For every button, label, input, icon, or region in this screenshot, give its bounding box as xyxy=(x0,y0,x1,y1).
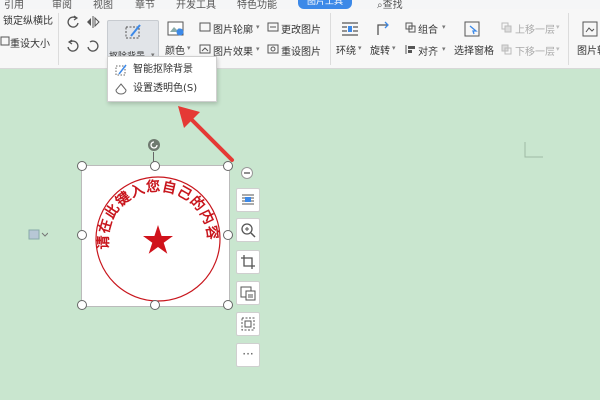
resize-handle-top-left[interactable] xyxy=(77,161,87,171)
color-button[interactable]: 颜色 xyxy=(165,42,185,57)
change-picture-button[interactable]: 更改图片 xyxy=(281,21,321,36)
text-wrap-icon xyxy=(242,194,254,205)
reset-size-button[interactable]: 重设大小 xyxy=(10,35,50,50)
tab-developer[interactable]: 开发工具 xyxy=(176,0,216,9)
selected-picture[interactable]: 请在此键入您自己的内容 xyxy=(81,165,230,307)
annotation-arrow xyxy=(178,106,234,162)
resize-handle-left[interactable] xyxy=(77,230,87,240)
group-icon xyxy=(405,22,416,33)
rotate-left-icon[interactable] xyxy=(66,15,80,29)
tab-review[interactable]: 审阅 xyxy=(52,0,72,9)
reset-size-icon xyxy=(0,36,10,46)
smart-cutout-icon xyxy=(115,64,127,76)
smart-remove-background-label: 智能抠除背景 xyxy=(133,64,193,75)
remove-background-dropdown: 智能抠除背景 设置透明色(S) xyxy=(107,56,217,102)
bring-forward-icon xyxy=(501,22,512,33)
collapse-toolbar-icon[interactable] xyxy=(241,167,253,179)
zoom-preview-button[interactable] xyxy=(236,218,260,242)
ribbon-separator xyxy=(568,13,569,65)
chevron-down-icon: ▾ xyxy=(358,44,362,52)
stamp-graphic: 请在此键入您自己的内容 xyxy=(95,176,221,302)
set-transparent-color-label: 设置透明色(S) xyxy=(133,83,198,94)
resize-handle-right[interactable] xyxy=(223,230,233,240)
chevron-down-icon: ▾ xyxy=(256,23,260,31)
stamp-star-icon xyxy=(143,225,173,254)
send-backward-icon xyxy=(501,44,512,55)
ribbon-toolbar: 锁定纵横比 重设大小 抠除背景 ▾ 颜色 ▾ 图片轮廓 ▾ 图片效果 ▾ xyxy=(0,9,600,69)
transparent-color-icon xyxy=(115,83,127,95)
wrap-text-icon[interactable] xyxy=(340,19,360,39)
group-button[interactable]: 组合 xyxy=(418,21,438,36)
smart-remove-background-item[interactable]: 智能抠除背景 xyxy=(108,60,216,79)
rotate-icon[interactable] xyxy=(373,19,393,39)
crop-icon xyxy=(241,255,255,269)
rotate-button[interactable]: 旋转 xyxy=(370,42,390,57)
tab-view[interactable]: 视图 xyxy=(93,0,113,9)
resize-handle-bottom[interactable] xyxy=(150,300,160,310)
color-icon[interactable] xyxy=(166,20,186,38)
lock-ratio-label: 锁定纵横比 xyxy=(3,16,53,27)
picture-effect-icon xyxy=(199,44,211,54)
ribbon-separator xyxy=(330,13,331,65)
chevron-down-icon: ▾ xyxy=(256,45,260,53)
chevron-down-icon: ▾ xyxy=(556,23,560,31)
picture-convert-icon xyxy=(240,286,256,301)
crop-button[interactable] xyxy=(236,250,260,274)
reset-picture-button[interactable]: 重设图片 xyxy=(281,43,321,58)
picture-convert-button[interactable]: 图片转 xyxy=(577,42,600,57)
align-button[interactable]: 对齐 xyxy=(418,43,438,58)
picture-compress-button[interactable] xyxy=(236,312,260,336)
zoom-icon xyxy=(241,223,256,238)
reset-picture-icon xyxy=(267,44,279,54)
flip-horizontal-icon[interactable] xyxy=(86,15,100,29)
picture-outline-icon xyxy=(199,22,211,32)
change-picture-icon xyxy=(267,22,279,32)
remove-background-icon xyxy=(123,22,143,42)
picture-convert-icon[interactable] xyxy=(580,19,600,39)
selection-pane-button[interactable]: 选择窗格 xyxy=(454,42,494,57)
picture-to-text-button[interactable] xyxy=(236,281,260,305)
chevron-down-icon: ▾ xyxy=(556,45,560,53)
search-tab[interactable]: ⌕查找 xyxy=(377,0,403,9)
wrap-button[interactable]: 环绕 xyxy=(336,42,356,57)
rotate-right-icon[interactable] xyxy=(66,39,80,53)
tab-picture-tools[interactable]: 图片工具 xyxy=(298,0,352,9)
picture-compress-icon xyxy=(241,317,255,331)
page-corner-mark xyxy=(524,142,543,158)
align-icon xyxy=(405,44,416,55)
rotate-handle-icon[interactable] xyxy=(147,138,161,152)
resize-handle-bottom-right[interactable] xyxy=(223,300,233,310)
picture-effect-button[interactable]: 图片效果 xyxy=(213,43,253,58)
layout-options-button[interactable] xyxy=(236,188,260,212)
picture-outline-button[interactable]: 图片轮廓 xyxy=(213,21,253,36)
layout-options-icon[interactable] xyxy=(28,229,49,241)
search-label: 查找 xyxy=(382,0,403,9)
menu-tab-bar: 引用 审阅 视图 章节 开发工具 特色功能 图片工具 ⌕查找 xyxy=(0,0,600,9)
ribbon-separator xyxy=(58,13,59,65)
flip-vertical-icon[interactable] xyxy=(86,39,100,53)
set-transparent-color-item[interactable]: 设置透明色(S) xyxy=(108,79,216,98)
bring-forward-button[interactable]: 上移一层 xyxy=(515,21,555,36)
tab-special-features[interactable]: 特色功能 xyxy=(237,0,277,9)
resize-handle-top[interactable] xyxy=(150,161,160,171)
lock-ratio-checkbox[interactable]: 锁定纵横比 xyxy=(3,12,53,27)
tab-chapter[interactable]: 章节 xyxy=(135,0,155,9)
resize-handle-bottom-left[interactable] xyxy=(77,300,87,310)
chevron-down-icon: ▾ xyxy=(392,44,396,52)
chevron-down-icon: ▾ xyxy=(187,44,191,52)
selection-pane-icon[interactable] xyxy=(462,19,482,39)
send-backward-button[interactable]: 下移一层 xyxy=(515,43,555,58)
tab-references[interactable]: 引用 xyxy=(4,0,24,9)
chevron-down-icon: ▾ xyxy=(442,45,446,53)
more-options-button[interactable]: ··· xyxy=(236,343,260,367)
chevron-down-icon: ▾ xyxy=(442,23,446,31)
resize-handle-top-right[interactable] xyxy=(223,161,233,171)
